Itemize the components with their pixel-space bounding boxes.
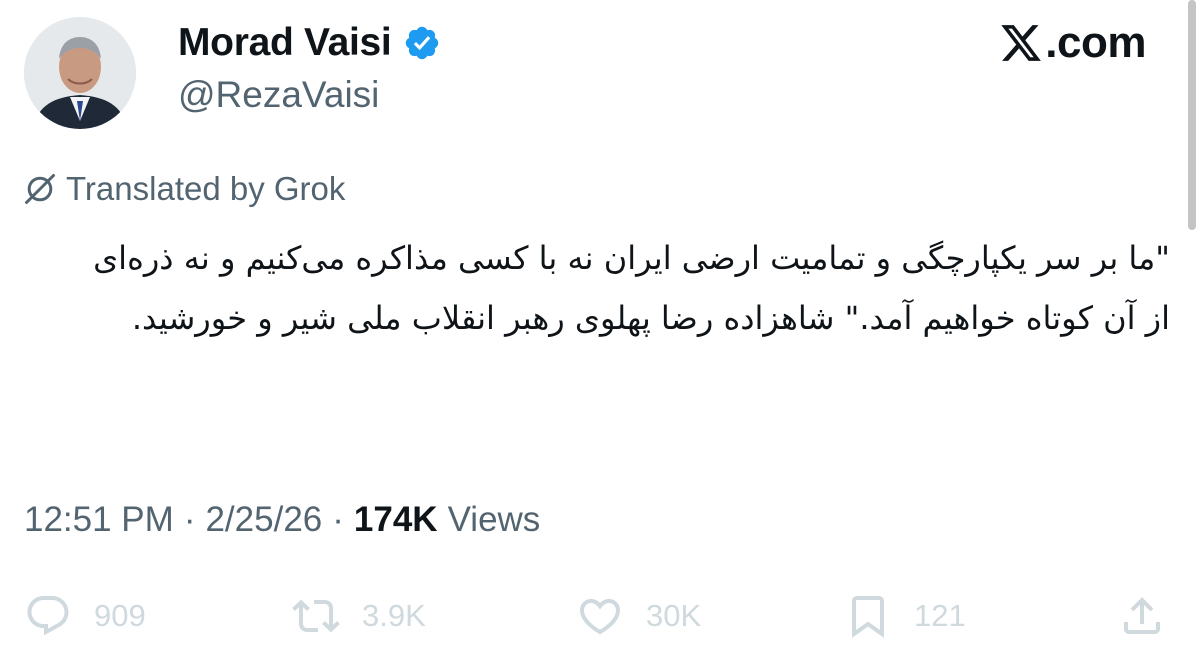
- author-display-name[interactable]: Morad Vaisi: [178, 21, 392, 65]
- share-button[interactable]: [1118, 588, 1166, 644]
- grok-icon: [25, 174, 55, 204]
- repost-count: 3.9K: [362, 598, 426, 633]
- scrollbar[interactable]: [1188, 0, 1196, 230]
- tweet-meta: 12:51 PM · 2/25/26 · 174K Views: [24, 500, 540, 540]
- brand-domain: .com: [1045, 18, 1146, 67]
- repost-button[interactable]: 3.9K: [292, 588, 426, 644]
- meta-separator: ·: [183, 500, 196, 539]
- bookmark-count: 121: [914, 598, 966, 633]
- meta-separator: ·: [332, 500, 344, 539]
- like-button[interactable]: 30K: [576, 588, 701, 644]
- repost-icon: [292, 599, 340, 633]
- reply-button[interactable]: 909: [24, 588, 146, 644]
- translation-label: Translated by Grok: [66, 170, 346, 207]
- share-icon: [1124, 597, 1160, 634]
- reply-count: 909: [94, 598, 146, 633]
- bookmark-button[interactable]: 121: [844, 588, 966, 644]
- like-count: 30K: [646, 598, 702, 633]
- verified-badge-icon[interactable]: [403, 24, 441, 62]
- author-name-row: Morad Vaisi: [178, 18, 441, 68]
- x-logo-icon: [1001, 25, 1042, 61]
- tweet-time[interactable]: 12:51 PM: [24, 500, 174, 540]
- heart-icon: [579, 599, 621, 635]
- tweet-date[interactable]: 2/25/26: [205, 500, 322, 540]
- tweet-text: "ما بر سر یکپارچگی و تمامیت ارضی ایران ن…: [93, 239, 1170, 337]
- x-brand: .com: [999, 18, 1146, 68]
- bookmark-icon: [852, 596, 884, 638]
- author-avatar[interactable]: [24, 17, 136, 129]
- author-handle[interactable]: @RezaVaisi: [178, 74, 379, 116]
- reply-icon: [27, 596, 69, 636]
- profile-photo: [24, 17, 136, 129]
- translation-notice[interactable]: Translated by Grok: [22, 170, 345, 208]
- action-bar: 909 3.9K 30K 121: [0, 588, 1200, 644]
- views-count: 174K: [353, 500, 438, 539]
- views-label: Views: [447, 500, 541, 539]
